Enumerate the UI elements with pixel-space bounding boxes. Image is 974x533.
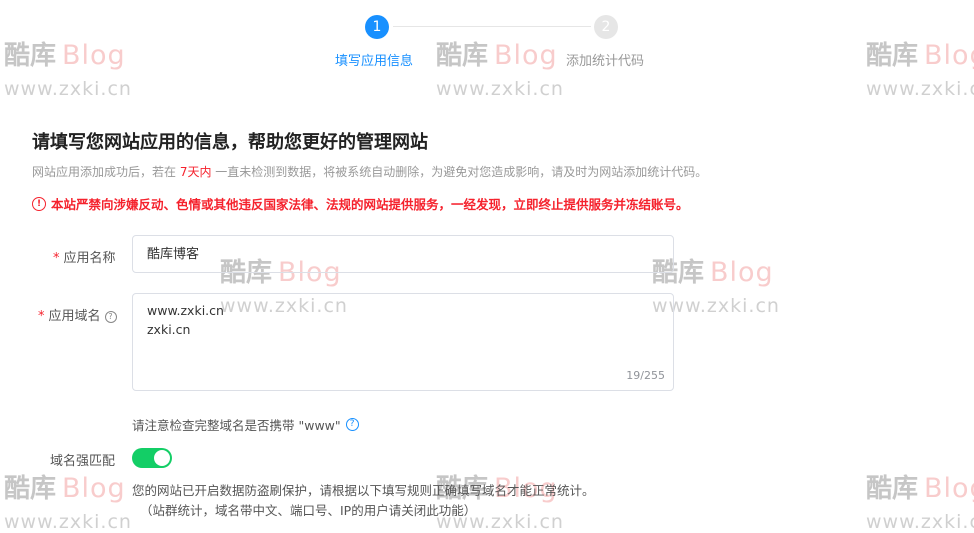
step-indicator: 1 2 填写应用信息 添加统计代码 <box>0 0 974 70</box>
watermark-url: www.zxki.cn <box>4 78 132 100</box>
watermark-url: www.zxki.cn <box>436 78 564 100</box>
step-2-circle: 2 <box>594 15 618 39</box>
strict-match-description: 您的网站已开启数据防盗刷保护，请根据以下填写规则正确填写域名才能正常统计。 <box>132 483 595 498</box>
watermark-blog: Blog <box>710 257 774 288</box>
policy-warning-text: 本站严禁向涉嫌反动、色情或其他违反国家法律、法规的网站提供服务，一经发现，立即终… <box>51 197 689 212</box>
watermark-blog: Blog <box>62 473 126 504</box>
watermark: 酷库Blog www.zxki.cn <box>4 468 132 533</box>
step-1-label: 填写应用信息 <box>335 54 414 69</box>
watermark-brand: 酷库 <box>866 474 919 504</box>
step-1-circle: 1 <box>365 15 389 39</box>
watermark-url: www.zxki.cn <box>866 78 974 100</box>
domain-hint: 请注意检查完整域名是否携带 "www" ? <box>132 415 359 434</box>
watermark-blog: Blog <box>924 473 974 504</box>
required-mark: * <box>53 251 60 266</box>
domain-hint-text: 请注意检查完整域名是否携带 "www" <box>132 418 341 433</box>
char-counter: 19/255 <box>626 369 665 382</box>
domain-line: www.zxki.cn <box>147 303 224 318</box>
app-domain-label-text: 应用域名 <box>48 309 101 324</box>
policy-warning: ! 本站严禁向涉嫌反动、色情或其他违反国家法律、法规的网站提供服务，一经发现，立… <box>32 194 689 213</box>
app-domain-textarea[interactable]: www.zxki.cn zxki.cn 19/255 <box>132 293 674 391</box>
step-connector <box>393 26 591 27</box>
app-name-input[interactable]: 酷库博客 <box>132 235 674 273</box>
required-mark: * <box>38 309 45 324</box>
subtitle-highlight: 7天内 <box>179 165 212 179</box>
warning-circle-icon: ! <box>32 196 46 211</box>
app-name-label-text: 应用名称 <box>63 251 116 266</box>
subtitle-text-before: 网站应用添加成功后，若在 <box>32 165 180 179</box>
watermark: 酷库Blog www.zxki.cn <box>866 468 974 533</box>
toggle-knob <box>154 450 170 466</box>
domain-line: zxki.cn <box>147 322 191 337</box>
app-domain-label: * 应用域名? <box>38 305 117 324</box>
watermark-url: www.zxki.cn <box>4 511 132 533</box>
strict-match-note: （站群统计，域名带中文、端口号、IP的用户请关闭此功能） <box>140 503 477 518</box>
app-name-label: * 应用名称 <box>53 247 116 266</box>
page-title: 请填写您网站应用的信息，帮助您更好的管理网站 <box>32 132 428 153</box>
help-icon[interactable]: ? <box>104 310 117 323</box>
page-subtitle: 网站应用添加成功后，若在 7天内 一直未检测到数据，将被系统自动删除，为避免对您… <box>32 163 707 180</box>
watermark-url: www.zxki.cn <box>866 511 974 533</box>
subtitle-text-after: 一直未检测到数据，将被系统自动删除，为避免对您造成影响，请及时为网站添加统计代码… <box>211 165 708 179</box>
strict-match-toggle[interactable] <box>132 448 172 468</box>
watermark-brand: 酷库 <box>4 474 57 504</box>
strict-match-label: 域名强匹配 <box>50 454 116 469</box>
question-circle-icon[interactable]: ? <box>345 418 359 431</box>
step-2-label: 添加统计代码 <box>566 54 645 69</box>
